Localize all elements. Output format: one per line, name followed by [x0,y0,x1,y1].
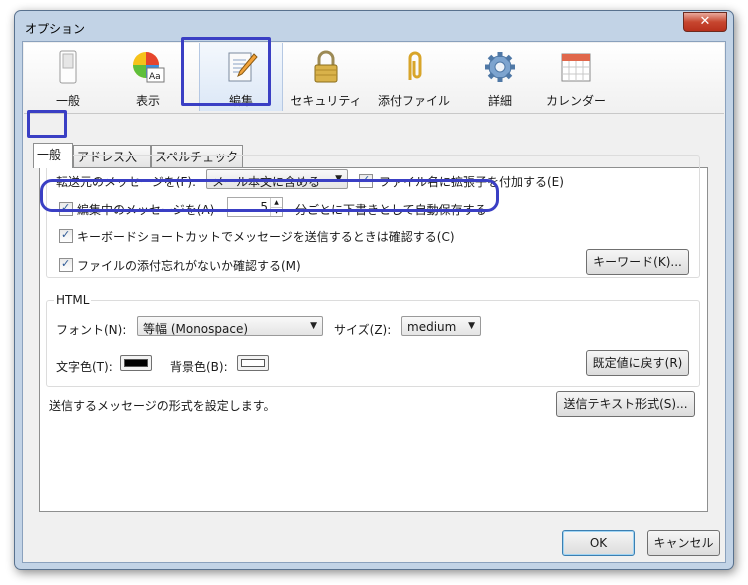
category-advanced[interactable]: 詳細 [470,43,530,111]
category-security[interactable]: セキュリティ [286,43,366,111]
category-display[interactable]: Aa 表示 [118,43,178,111]
compose-highlight-box [181,37,271,106]
bg-color-swatch [241,359,265,367]
bg-color-picker[interactable] [237,355,269,371]
size-label: サイズ(Z): [334,323,392,337]
attach-reminder-checkbox[interactable]: ✓ [59,257,73,272]
font-select[interactable]: 等幅 (Monospace) ▼ [137,316,323,336]
reset-defaults-button[interactable]: 既定値に戻す(R) [586,350,689,376]
text-color-label: 文字色(T): [56,360,113,374]
category-attachments[interactable]: 添付ファイル [374,43,454,111]
attach-reminder-label: ファイルの添付忘れがないか確認する(M) [77,259,301,273]
title-bar[interactable]: オプション ✕ [15,11,733,41]
tab-general-label: 一般 [37,148,62,162]
tab-general[interactable]: 一般 [33,143,73,168]
category-security-label: セキュリティ [290,94,362,108]
options-window: オプション ✕ 一般 Aa 表示 編集 セキュリティ 添付ファイル 詳細 カレン… [14,10,734,570]
window-title: オプション [25,22,86,36]
display-icon: Aa [133,52,165,83]
category-general-label: 一般 [55,94,80,108]
ok-button[interactable]: OK [562,530,635,556]
chevron-down-icon: ▼ [310,321,317,331]
html-group-label: HTML [54,293,92,307]
close-button[interactable]: ✕ [683,12,727,32]
text-color-swatch [124,359,148,367]
category-calendar[interactable]: カレンダー [536,43,616,111]
category-display-label: 表示 [135,94,160,108]
svg-text:Aa: Aa [149,72,161,82]
category-advanced-label: 詳細 [487,94,512,108]
checkmark-icon: ✓ [61,228,71,241]
bg-color-label: 背景色(B): [170,360,228,374]
size-value: medium [407,320,457,334]
cancel-button[interactable]: キャンセル [647,530,720,556]
calendar-icon [561,53,591,82]
shortcut-confirm-checkbox[interactable]: ✓ [59,228,73,243]
font-label: フォント(N): [56,323,127,337]
send-format-button[interactable]: 送信テキスト形式(S)... [556,391,695,417]
category-toolbar: 一般 Aa 表示 編集 セキュリティ 添付ファイル 詳細 カレンダー [24,43,724,114]
size-select[interactable]: medium ▼ [401,316,481,336]
keywords-button[interactable]: キーワード(K)... [586,249,689,275]
chevron-down-icon: ▼ [468,321,475,331]
send-format-description: 送信するメッセージの形式を設定します。 [49,399,276,413]
category-attachments-label: 添付ファイル [377,94,450,108]
paperclip-icon [408,51,422,80]
category-general[interactable]: 一般 [38,43,98,111]
category-calendar-label: カレンダー [545,94,606,108]
shortcut-confirm-label: キーボードショートカットでメッセージを送信するときは確認する(C) [77,230,455,244]
tab-highlight-box [27,110,67,138]
checkmark-icon: ✓ [61,257,71,270]
autosave-highlight-box [40,179,499,212]
gear-icon [485,52,515,82]
dialog-body: 一般 Aa 表示 編集 セキュリティ 添付ファイル 詳細 カレンダー 一般 アド… [22,41,726,563]
lock-icon [314,50,338,83]
font-value: 等幅 (Monospace) [143,322,249,336]
switch-icon [59,50,77,84]
text-color-picker[interactable] [120,355,152,371]
